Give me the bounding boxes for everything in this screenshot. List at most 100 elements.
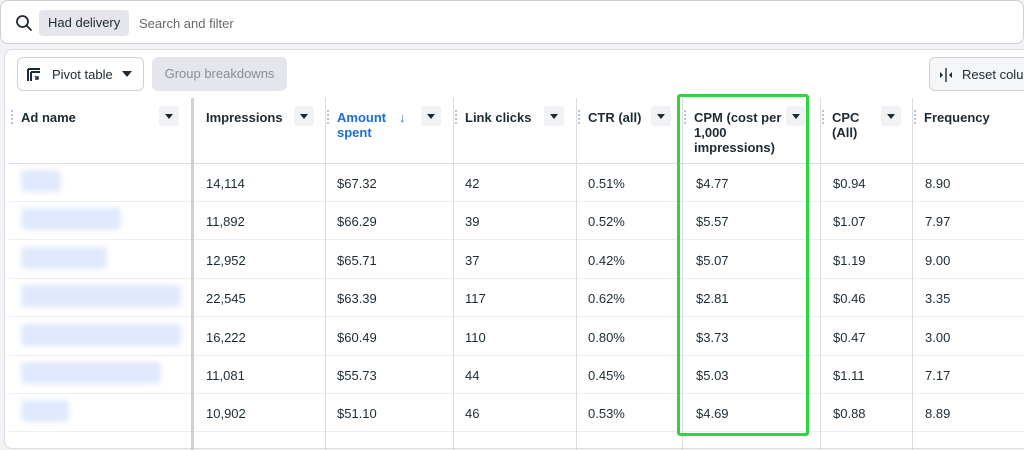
column-header-amount-spent[interactable]: Amount spent ↓ — [325, 98, 453, 164]
cell-ctr: 0.53% — [588, 406, 625, 422]
reset-columns-label: Reset colu — [962, 67, 1024, 82]
cell-cpm: $3.73 — [696, 329, 729, 345]
cell-ctr: 0.62% — [588, 291, 625, 307]
group-breakdowns-button[interactable]: Group breakdowns — [152, 57, 287, 91]
cell-cpc: $0.47 — [833, 329, 866, 345]
table-row[interactable]: 11,081 $55.73 44 0.45% $5.03 $1.11 7.17 — [9, 356, 1024, 394]
column-menu-dropdown[interactable] — [786, 106, 806, 126]
cell-cpm: $5.57 — [696, 214, 729, 230]
column-header-link-clicks[interactable]: Link clicks — [453, 98, 576, 164]
column-resize-handle[interactable] — [914, 110, 916, 124]
column-resize-handle[interactable] — [455, 110, 457, 124]
column-resize-handle[interactable] — [327, 110, 329, 124]
cell-clicks: 117 — [465, 291, 486, 307]
column-resize-handle[interactable] — [578, 110, 580, 124]
cell-cpc: $0.88 — [833, 406, 866, 422]
search-bar[interactable]: Had delivery — [0, 0, 1024, 44]
cell-cpc: $0.46 — [833, 291, 866, 307]
filter-chip-had-delivery[interactable]: Had delivery — [39, 10, 130, 36]
column-menu-dropdown[interactable] — [881, 106, 901, 126]
table-row[interactable]: 11,892 $66.29 39 0.52% $5.57 $1.07 7.97 — [9, 202, 1024, 241]
table-row[interactable]: 16,222 $60.49 110 0.80% $3.73 $0.47 3.00 — [9, 318, 1024, 356]
pivot-table-button[interactable]: Pivot table — [17, 57, 144, 91]
cell-clicks: 110 — [465, 329, 486, 345]
column-menu-dropdown[interactable] — [651, 106, 671, 126]
ad-name-link-redacted[interactable] — [21, 208, 121, 231]
cell-cpc: $1.11 — [833, 368, 865, 383]
column-divider — [576, 98, 577, 450]
table-row[interactable]: 14,114 $67.32 42 0.51% $4.77 $0.94 8.90 — [9, 164, 1024, 202]
ad-name-link-redacted[interactable] — [21, 246, 107, 269]
chevron-down-icon — [122, 71, 132, 77]
cell-freq: 8.90 — [925, 176, 951, 191]
cell-clicks: 39 — [465, 214, 480, 230]
cell-ctr: 0.51% — [588, 176, 625, 191]
column-menu-dropdown[interactable] — [159, 106, 179, 126]
column-header-cpm[interactable]: CPM (cost per 1,000 impressions) — [682, 98, 820, 164]
cell-cpm: $5.03 — [696, 368, 729, 383]
ads-table: Ad name Impressions Amount spent ↓ Link … — [9, 98, 1024, 450]
cell-impressions: 11,892 — [206, 214, 245, 230]
column-header-impressions[interactable]: Impressions — [194, 98, 325, 164]
search-input[interactable] — [139, 11, 739, 35]
column-header-frequency[interactable]: Frequency — [912, 98, 1024, 164]
column-divider — [820, 98, 821, 450]
cell-freq: 7.17 — [925, 368, 951, 383]
cell-cpm: $4.77 — [696, 176, 729, 191]
column-header-cpc-all[interactable]: CPC (All) — [820, 98, 912, 164]
cell-impressions: 10,902 — [206, 406, 246, 422]
cell-freq: 8.89 — [925, 406, 951, 422]
column-menu-dropdown[interactable] — [421, 106, 441, 126]
table-row[interactable]: 10,902 $51.10 46 0.53% $4.69 $0.88 8.89 — [9, 394, 1024, 433]
column-divider — [682, 98, 683, 450]
cell-freq: 3.35 — [925, 291, 951, 307]
ad-name-link-redacted[interactable] — [21, 323, 181, 346]
table-row[interactable]: 22,545 $63.39 117 0.62% $2.81 $0.46 3.35 — [9, 279, 1024, 318]
cell-impressions: 14,114 — [206, 176, 245, 191]
column-menu-dropdown[interactable] — [544, 106, 564, 126]
pivot-table-label: Pivot table — [52, 67, 113, 82]
ad-name-link-redacted[interactable] — [21, 170, 61, 192]
cell-impressions: 12,952 — [206, 252, 246, 268]
cell-clicks: 44 — [465, 368, 480, 383]
reset-columns-button[interactable]: Reset colu — [929, 57, 1024, 91]
ad-name-link-redacted[interactable] — [21, 362, 161, 384]
header-label: CPC (All) — [832, 110, 860, 140]
table-panel: Pivot table Group breakdowns Reset colu … — [4, 49, 1024, 450]
cell-ctr: 0.42% — [588, 252, 625, 268]
cell-freq: 3.00 — [925, 329, 951, 345]
cell-impressions: 22,545 — [206, 291, 246, 307]
cell-amount: $65.71 — [337, 252, 377, 268]
column-header-ad-name[interactable]: Ad name — [9, 98, 191, 164]
header-label: CTR (all) — [588, 110, 642, 125]
cell-ctr: 0.45% — [588, 368, 625, 383]
search-icon — [16, 15, 32, 31]
cell-ctr: 0.52% — [588, 214, 625, 230]
sort-descending-icon[interactable]: ↓ — [399, 110, 406, 125]
cell-impressions: 11,081 — [206, 368, 245, 383]
cell-amount: $66.29 — [337, 214, 377, 230]
cell-cpc: $1.19 — [833, 252, 866, 268]
column-header-ctr-all[interactable]: CTR (all) — [576, 98, 682, 164]
header-label: Impressions — [206, 110, 283, 125]
cell-amount: $63.39 — [337, 291, 377, 307]
column-divider — [453, 98, 454, 450]
cell-amount: $67.32 — [337, 176, 377, 191]
cell-freq: 7.97 — [925, 214, 951, 230]
column-divider — [325, 98, 326, 450]
header-label: CPM (cost per 1,000 impressions) — [694, 110, 782, 155]
header-label: Frequency — [924, 110, 990, 125]
table-row[interactable]: 12,952 $65.71 37 0.42% $5.07 $1.19 9.00 — [9, 241, 1024, 279]
frozen-column-divider[interactable] — [191, 98, 194, 450]
cell-amount: $60.49 — [337, 329, 377, 345]
cell-cpc: $0.94 — [833, 176, 866, 191]
ad-name-link-redacted[interactable] — [21, 285, 181, 308]
pivot-table-icon — [27, 68, 40, 81]
header-label: Link clicks — [465, 110, 532, 125]
column-resize-handle[interactable] — [11, 110, 13, 124]
header-label: Ad name — [21, 110, 76, 125]
column-resize-handle[interactable] — [822, 110, 824, 124]
column-resize-handle[interactable] — [684, 110, 686, 124]
column-menu-dropdown[interactable] — [294, 106, 314, 126]
ad-name-link-redacted[interactable] — [21, 400, 69, 423]
